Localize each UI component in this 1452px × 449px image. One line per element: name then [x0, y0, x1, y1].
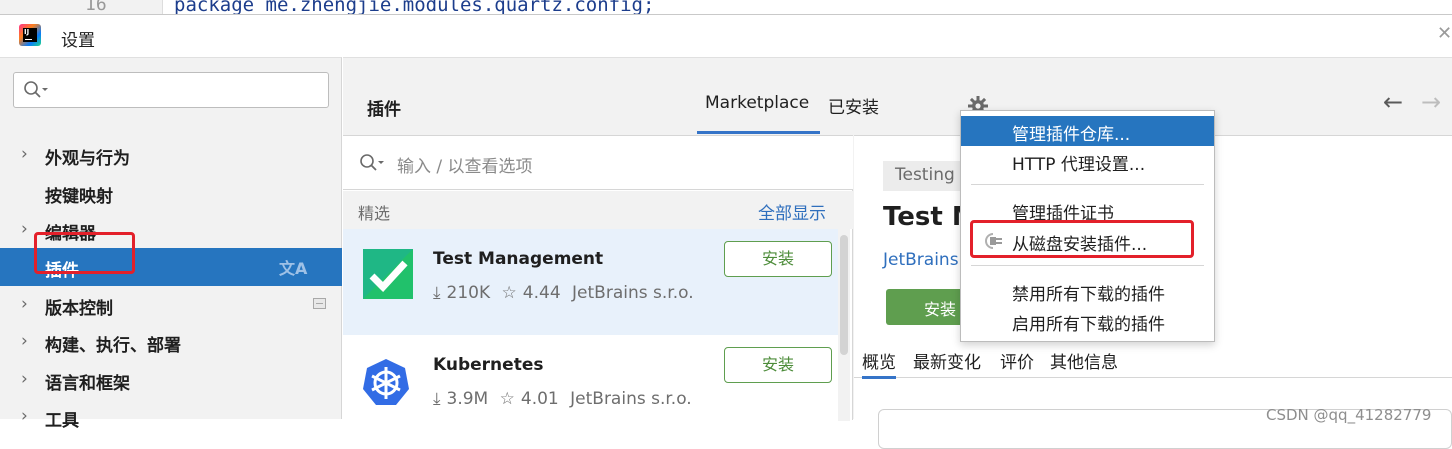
- project-settings-icon: [313, 298, 326, 309]
- chevron-right-icon: ›: [21, 294, 28, 314]
- annotation-highlight-install-from-disk: [970, 220, 1194, 258]
- tab-whats-new[interactable]: 最新变化: [913, 348, 981, 373]
- tab-reviews[interactable]: 评价: [1000, 348, 1034, 373]
- detail-vendor-link[interactable]: JetBrains: [883, 250, 959, 270]
- tab-marketplace[interactable]: Marketplace: [705, 93, 809, 113]
- watermark: CSDN @qq_41282779: [1266, 406, 1432, 424]
- menu-separator: [971, 184, 1204, 185]
- download-icon: ⤓: [433, 283, 441, 303]
- tab-installed[interactable]: 已安装: [828, 93, 879, 118]
- plugin-rating: 4.44: [522, 283, 561, 303]
- kubernetes-logo-icon: [363, 359, 409, 405]
- detail-tabs: 概览 最新变化 评价 其他信息: [854, 338, 1452, 379]
- settings-dialog: IJ 设置 ✕ › 外观与行为 按键映射 › 编辑器 插件 ⽂A › 版本控制 …: [0, 14, 1452, 449]
- annotation-highlight-plugins: [34, 232, 135, 274]
- sidebar-search-input[interactable]: [13, 72, 329, 108]
- menu-item-label: 禁用所有下载的插件: [1012, 285, 1165, 305]
- scrollbar-thumb[interactable]: [840, 235, 848, 355]
- plugins-panel: 插件 Marketplace 已安装 ← → 输入 / 以查看选项 精选 全部显…: [343, 57, 1452, 449]
- plugin-meta: ⤓ 210K ☆ 4.44 JetBrains s.r.o.: [433, 283, 700, 303]
- list-scrollbar[interactable]: [838, 229, 850, 421]
- menu-item-manage-repositories[interactable]: 管理插件仓库...: [961, 116, 1214, 146]
- plugin-downloads: 3.9M: [446, 389, 489, 409]
- forward-arrow-icon[interactable]: →: [1421, 88, 1441, 116]
- download-icon: ⤓: [433, 389, 441, 409]
- sidebar-item-label: 按键映射: [45, 187, 113, 207]
- intellij-idea-icon: IJ: [19, 24, 41, 46]
- sidebar-item-build[interactable]: › 构建、执行、部署: [0, 323, 342, 361]
- plugin-meta: ⤓ 3.9M ☆ 4.01 JetBrains s.r.o.: [433, 389, 698, 409]
- section-title: 精选: [358, 204, 391, 223]
- sidebar-item-appearance[interactable]: › 外观与行为: [0, 136, 342, 174]
- sidebar-item-tools[interactable]: › 工具: [0, 398, 342, 436]
- menu-item-enable-downloaded[interactable]: 启用所有下载的插件: [961, 306, 1214, 336]
- menu-item-label: HTTP 代理设置...: [1012, 155, 1146, 175]
- sidebar-item-label: 语言和框架: [45, 374, 130, 394]
- sidebar-item-label: 构建、执行、部署: [45, 336, 181, 356]
- chevron-right-icon: ›: [21, 331, 28, 351]
- menu-item-label: 管理插件仓库...: [1012, 125, 1131, 145]
- section-header: 精选 全部显示: [343, 191, 853, 229]
- plugin-downloads: 210K: [446, 283, 491, 303]
- search-icon: [360, 154, 384, 171]
- menu-separator: [971, 265, 1204, 266]
- plugin-rating: 4.01: [520, 389, 559, 409]
- chevron-right-icon: ›: [21, 369, 28, 389]
- star-icon: ☆: [501, 283, 517, 303]
- install-button[interactable]: 安装: [724, 241, 832, 277]
- chevron-right-icon: ›: [21, 144, 28, 164]
- sidebar-item-label: 外观与行为: [45, 149, 130, 169]
- window-title: 设置: [61, 31, 95, 51]
- sidebar-item-label: 工具: [45, 411, 79, 431]
- show-all-link[interactable]: 全部显示: [758, 199, 826, 224]
- menu-item-label: 启用所有下载的插件: [1012, 315, 1165, 335]
- plugin-list-pane: 输入 / 以查看选项 精选 全部显示 Test Management ⤓ 210K…: [343, 135, 853, 441]
- active-tab-indicator: [697, 131, 820, 134]
- plugin-vendor: JetBrains s.r.o.: [570, 389, 692, 409]
- back-arrow-icon[interactable]: ←: [1383, 88, 1403, 116]
- sidebar-item-keymap[interactable]: 按键映射: [0, 174, 342, 212]
- menu-item-http-proxy[interactable]: HTTP 代理设置...: [961, 146, 1214, 176]
- category-tag: Testing: [883, 161, 969, 191]
- sidebar-item-version-control[interactable]: › 版本控制: [0, 286, 342, 324]
- plugin-name: Test Management: [433, 249, 604, 269]
- close-icon[interactable]: ✕: [1437, 23, 1452, 44]
- chevron-right-icon: ›: [21, 219, 28, 239]
- plugin-list-item[interactable]: Test Management ⤓ 210K ☆ 4.44 JetBrains s.…: [343, 229, 838, 335]
- search-placeholder: 输入 / 以查看选项: [397, 157, 533, 177]
- title-bar: IJ 设置 ✕: [0, 15, 1452, 57]
- sidebar-item-label: 版本控制: [45, 299, 113, 319]
- test-management-logo-icon: [363, 249, 413, 299]
- plugin-name: Kubernetes: [433, 355, 544, 375]
- search-icon: [24, 81, 48, 98]
- translate-icon: ⽂A: [279, 259, 308, 278]
- plugin-search-input[interactable]: 输入 / 以查看选项: [343, 136, 853, 190]
- chevron-right-icon: ›: [21, 406, 28, 426]
- plugin-vendor: JetBrains s.r.o.: [572, 283, 694, 303]
- tab-additional-info[interactable]: 其他信息: [1050, 348, 1118, 373]
- tab-overview[interactable]: 概览: [862, 348, 896, 379]
- install-button[interactable]: 安装: [724, 347, 832, 383]
- plugin-list-item[interactable]: Kubernetes ⤓ 3.9M ☆ 4.01 JetBrains s.r.o. …: [343, 335, 838, 441]
- star-icon: ☆: [499, 389, 515, 409]
- settings-sidebar: › 外观与行为 按键映射 › 编辑器 插件 ⽂A › 版本控制 › 构建、执行、…: [0, 57, 342, 431]
- sidebar-item-languages[interactable]: › 语言和框架: [0, 361, 342, 399]
- page-title: 插件: [367, 100, 401, 120]
- menu-item-disable-downloaded[interactable]: 禁用所有下载的插件: [961, 276, 1214, 306]
- editor-line-number: 16: [85, 0, 107, 15]
